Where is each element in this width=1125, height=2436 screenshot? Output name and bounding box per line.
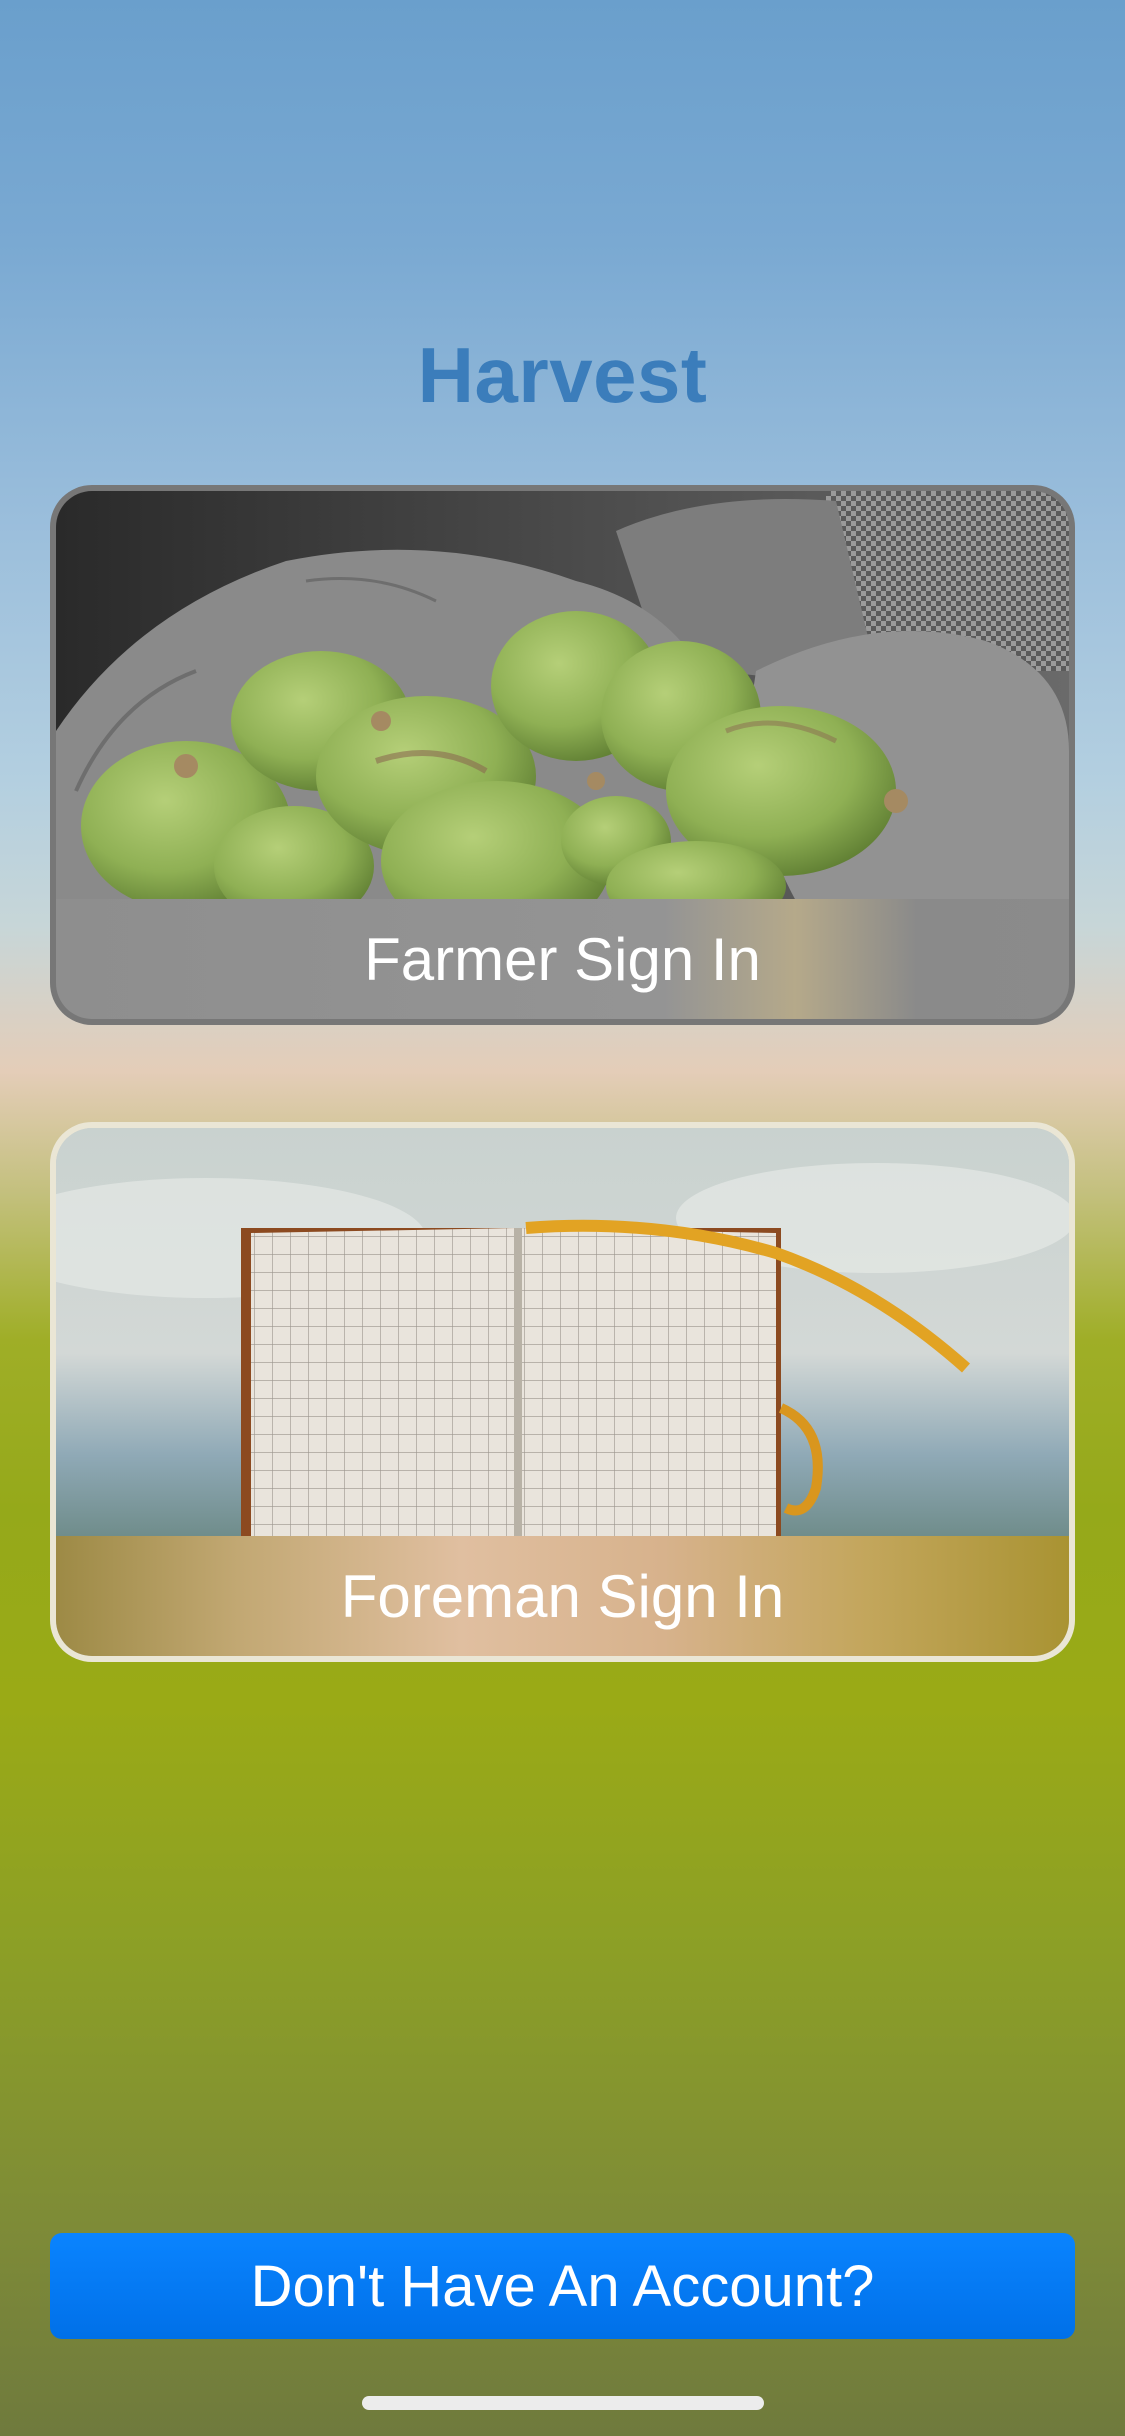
farmer-card-label-bar[interactable]: Farmer Sign In — [56, 899, 1069, 1019]
home-indicator[interactable] — [362, 2396, 764, 2410]
create-account-button[interactable]: Don't Have An Account? — [50, 2233, 1075, 2339]
app-title: Harvest — [417, 331, 708, 419]
farmer-sign-in-label: Farmer Sign In — [364, 925, 761, 993]
foreman-sign-in-card[interactable]: Foreman Sign In — [50, 1122, 1075, 1662]
foreman-card-image — [56, 1128, 1069, 1538]
foreman-card-label-bar[interactable]: Foreman Sign In — [56, 1536, 1069, 1656]
foreman-sign-in-label: Foreman Sign In — [340, 1562, 785, 1630]
farmer-card-image — [56, 491, 1069, 901]
sign-in-screen: { "app": { "title": "Harvest" }, "cards"… — [0, 0, 1125, 2436]
farmer-sign-in-card[interactable]: Farmer Sign In — [50, 485, 1075, 1025]
